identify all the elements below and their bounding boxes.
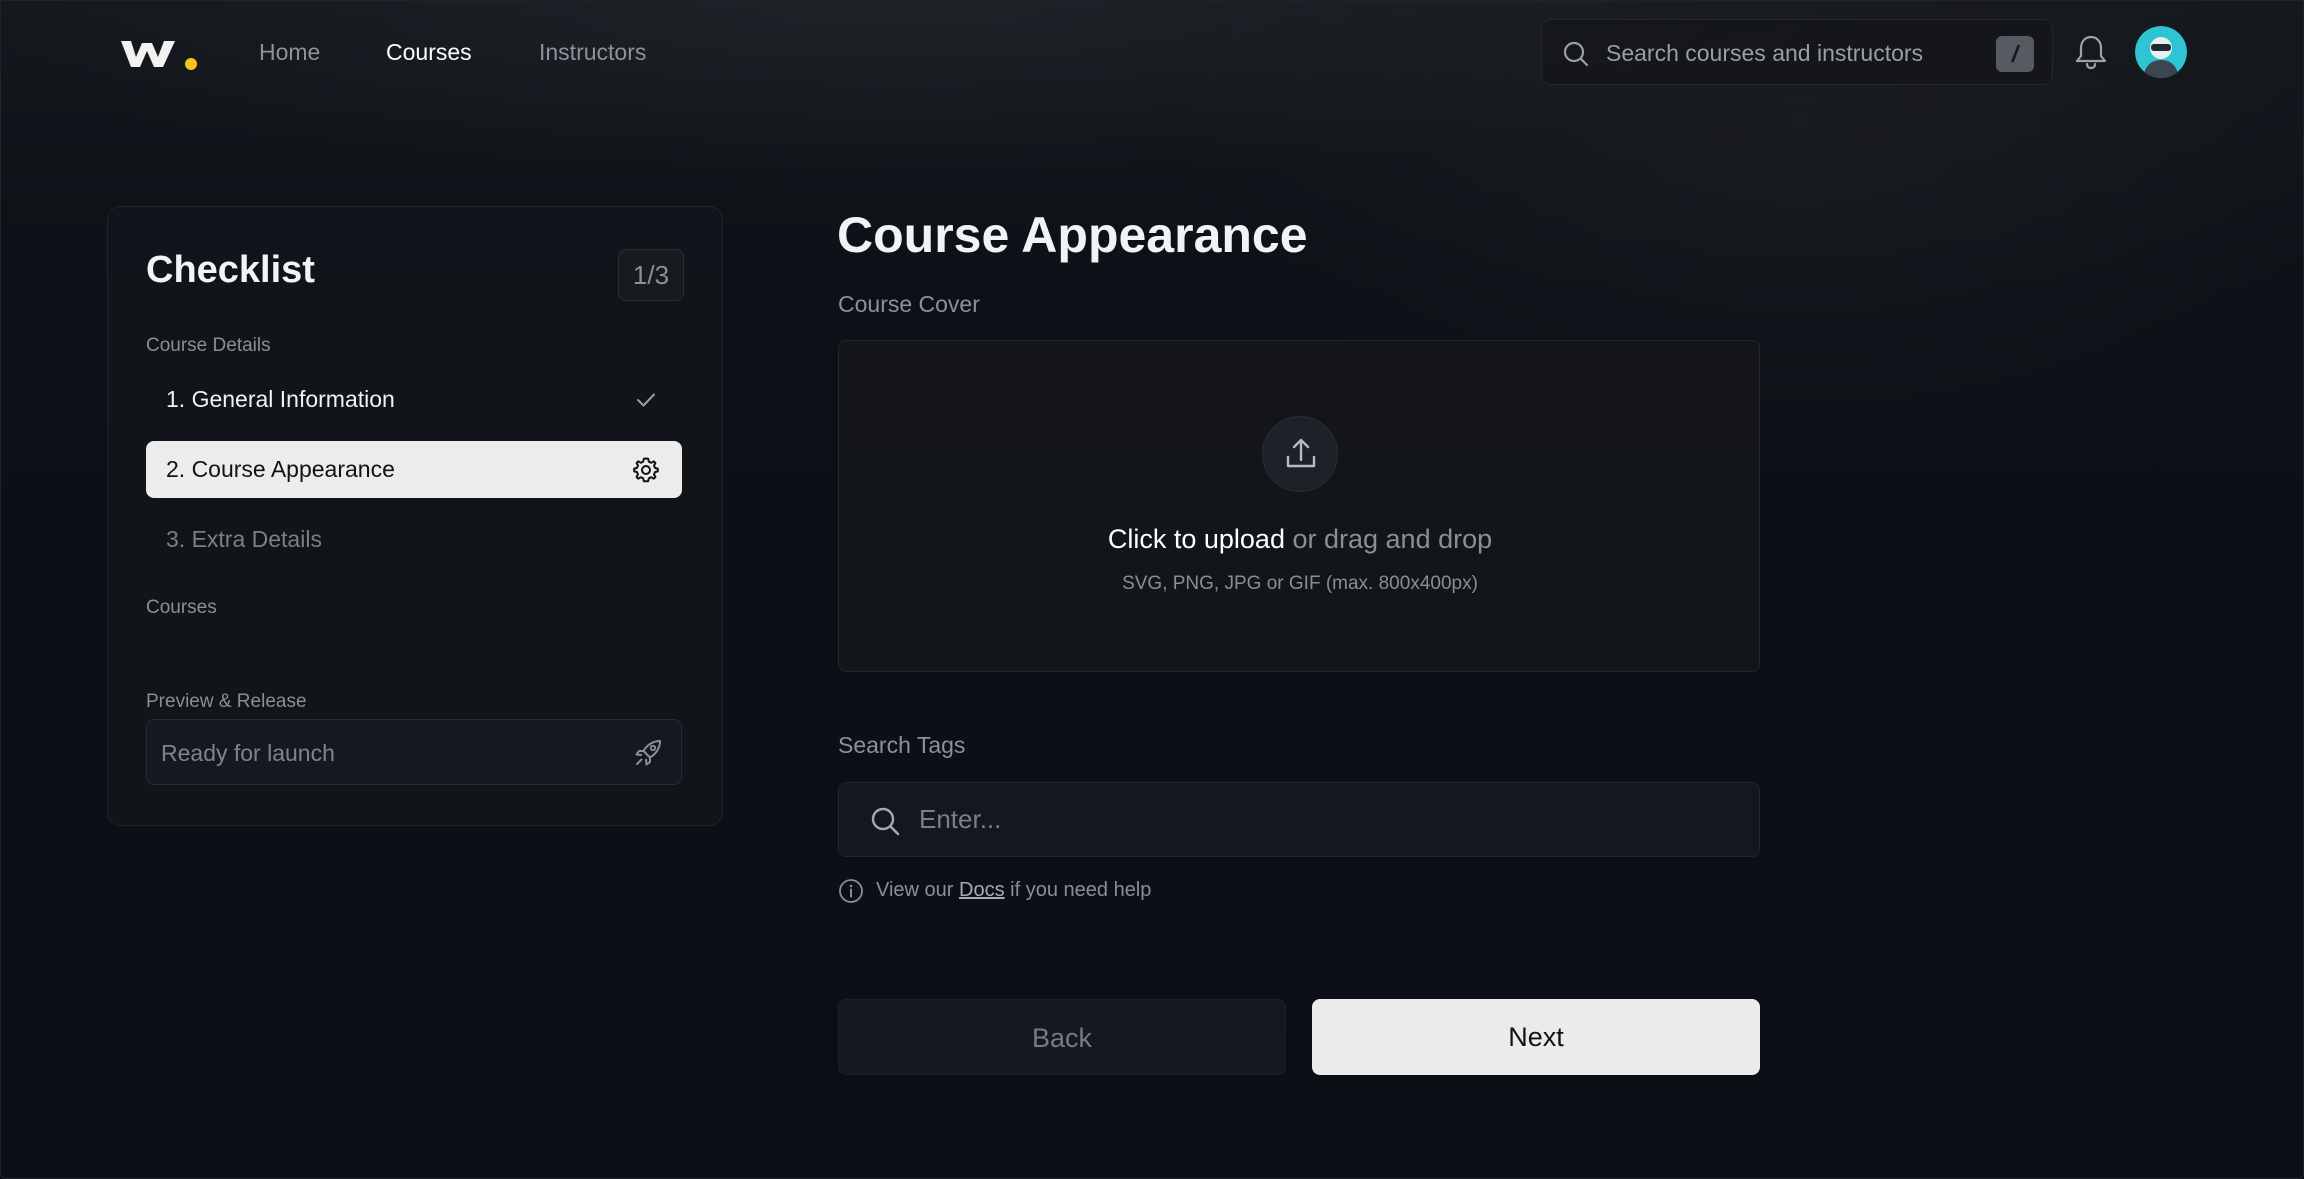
info-icon xyxy=(839,879,863,903)
checklist-card: Checklist 1/3 Course Details 1. General … xyxy=(107,206,723,826)
upload-icon xyxy=(1262,416,1338,492)
section-label-courses: Courses xyxy=(146,597,217,618)
drag-and-drop-text: or drag and drop xyxy=(1292,524,1493,554)
app-window: Home Courses Instructors Search courses … xyxy=(0,0,2304,1179)
checklist-progress-badge: 1/3 xyxy=(618,249,684,301)
next-button[interactable]: Next xyxy=(1312,999,1760,1075)
brand-logo[interactable] xyxy=(119,33,203,75)
upload-instructions: Click to upload or drag and drop xyxy=(839,524,1761,555)
step-label: 2. Course Appearance xyxy=(166,456,395,482)
launch-label: Ready for launch xyxy=(161,740,335,766)
nav-courses-link[interactable]: Courses xyxy=(386,39,472,66)
notifications-bell-icon[interactable] xyxy=(2073,33,2109,71)
section-label-course-details: Course Details xyxy=(146,335,271,356)
check-icon xyxy=(637,393,655,407)
nav-home-link[interactable]: Home xyxy=(259,39,320,66)
upload-format-hint: SVG, PNG, JPG or GIF (max. 800x400px) xyxy=(1122,573,1478,594)
ready-for-launch-button[interactable]: Ready for launch xyxy=(146,719,682,785)
search-tags-field[interactable] xyxy=(838,782,1760,857)
search-icon xyxy=(1563,41,1589,67)
search-tags-input[interactable] xyxy=(917,783,1737,856)
rocket-icon xyxy=(635,740,661,766)
search-placeholder: Search courses and instructors xyxy=(1606,40,1924,66)
global-search[interactable]: Search courses and instructors / xyxy=(1541,19,2053,85)
step-label: 3. Extra Details xyxy=(166,526,322,552)
checklist-step-extra-details[interactable]: 3. Extra Details xyxy=(146,511,682,568)
search-shortcut-key: / xyxy=(1996,36,2034,72)
gear-icon xyxy=(633,457,659,483)
user-avatar[interactable] xyxy=(2135,26,2187,78)
search-tags-label: Search Tags xyxy=(838,732,966,758)
nav-instructors-link[interactable]: Instructors xyxy=(539,39,646,66)
top-nav: Home Courses Instructors Search courses … xyxy=(1,1,2304,105)
docs-link[interactable]: Docs xyxy=(959,879,1005,901)
section-label-preview-release: Preview & Release xyxy=(146,691,307,712)
checklist-title: Checklist xyxy=(146,249,315,291)
help-suffix: if you need help xyxy=(1010,879,1152,901)
course-cover-dropzone[interactable]: Click to upload or drag and drop SVG, PN… xyxy=(838,340,1760,672)
search-icon xyxy=(871,807,900,836)
click-to-upload-link[interactable]: Click to upload xyxy=(1108,524,1285,554)
checklist-step-general-information[interactable]: 1. General Information xyxy=(146,371,682,428)
back-button[interactable]: Back xyxy=(838,999,1286,1075)
checklist-step-course-appearance[interactable]: 2. Course Appearance xyxy=(146,441,682,498)
help-prefix: View our xyxy=(876,879,954,901)
step-label: 1. General Information xyxy=(166,386,395,412)
page-title: Course Appearance xyxy=(837,207,1308,263)
course-cover-label: Course Cover xyxy=(838,291,980,317)
